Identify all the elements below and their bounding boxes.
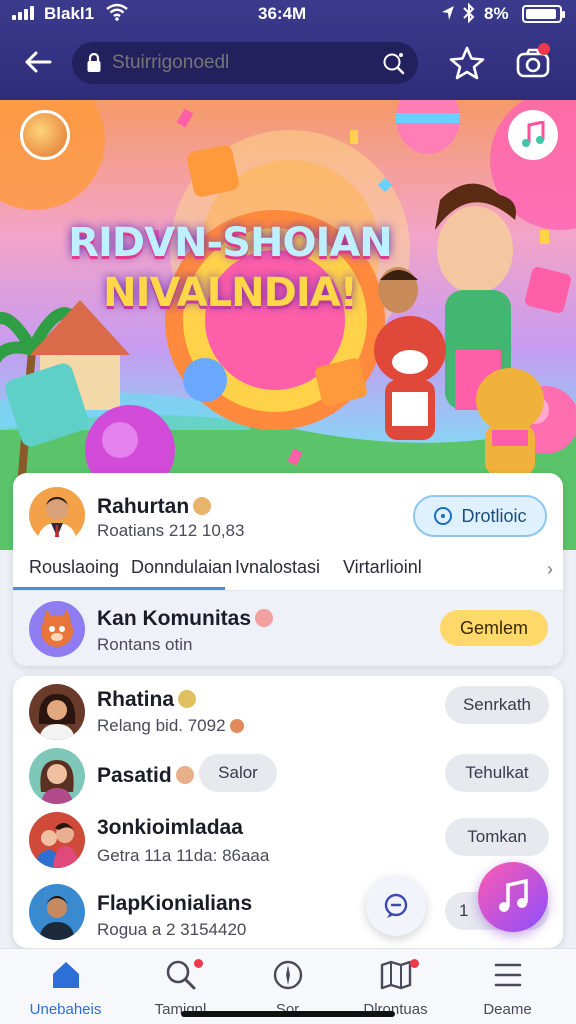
home-indicator[interactable] [181,1011,395,1017]
list-name: Rhatina [97,688,175,711]
profile-name: Rahurtan [97,495,190,518]
chevron-right-icon[interactable]: › [547,559,553,580]
community-row[interactable]: Kan Komunitas Rontans otin Gemlem [13,591,563,666]
tab-ivnalostasi[interactable]: Ivnalostasi [235,557,320,578]
user-avatar[interactable] [20,110,70,160]
emoji-icon [255,609,274,627]
tab-virtarlioinl[interactable]: Virtarlioinl [343,557,422,578]
nav-label: Deame [483,1001,532,1018]
nav-home[interactable]: Unebaheis [8,957,123,1023]
action-button[interactable]: Tomkan [445,818,549,856]
list-name: FlapKionialians [97,892,253,915]
music-button[interactable] [508,110,558,160]
avatar [29,748,85,804]
lock-icon [87,53,101,72]
community-sub: Rontans otin [97,635,193,654]
person-icon [40,760,74,804]
camera-button[interactable] [510,40,556,86]
list-sub: Getra 11a 11da: 86aaa [97,846,270,865]
list-name-row: Pasatid [97,764,194,788]
notification-badge [409,959,419,968]
list-sub: Rogua a 2 3154420 [97,920,247,939]
follow-label: Drotlioic [461,505,527,526]
home-icon [52,962,79,988]
menu-icon [494,963,521,987]
nav-menu[interactable]: Deame [450,957,565,1023]
avatar [29,812,85,868]
hero-title-line2: NIVALNDIA! [103,270,358,316]
bookmark-button[interactable] [444,40,490,86]
search-icon [166,960,195,990]
wifi-icon [106,3,128,21]
hero-title: RIDVN-SHOIAN NIVALNDIA! [50,218,410,318]
chat-button[interactable] [366,876,426,936]
emoji-icon [229,719,244,733]
chat-bubble-icon [384,893,408,918]
compass-icon [273,960,302,990]
url-input[interactable] [112,42,362,84]
join-button[interactable]: Gemlem [440,610,548,646]
music-player-button[interactable] [478,862,548,932]
emoji-icon [178,690,197,708]
tab-donndulaian[interactable]: Donndulaian [131,557,232,578]
list-name: 3onkioimladaa [97,816,243,839]
voice-search-icon[interactable] [380,50,408,76]
profile-avatar[interactable] [29,487,85,543]
back-button[interactable] [18,42,58,82]
profile-meta: Roatians 212 10,83 [97,521,245,540]
list-name-row: Rhatina [97,688,197,712]
profile-card: Rahurtan Roatians 212 10,83 Drotlioic Ro… [13,473,563,666]
top-bar: Blakl1 36:4M 8% [0,0,576,100]
notification-badge [538,43,550,55]
profile-tabs: Rouslaoing Donndulaian Ivnalostasi Virta… [13,549,563,591]
emoji-icon [193,497,212,515]
community-avatar [29,601,85,657]
notification-badge [193,959,203,968]
avatar [29,684,85,740]
group-photo-icon [35,822,79,868]
avatar [29,884,85,940]
location-icon [442,6,454,20]
tab-rouslaoing[interactable]: Rouslaoing [29,557,119,578]
action-button[interactable]: Tehulkat [445,754,549,792]
list-item[interactable]: 3onkioimladaa Getra 11a 11da: 86aaa Tomk… [13,806,563,876]
emoji-icon [175,766,194,784]
music-note-icon [499,879,528,912]
battery-percent: 8% [484,4,509,23]
signal-icon [12,6,34,20]
mascot-icon [41,609,73,647]
community-name-row: Kan Komunitas [97,607,274,631]
clock: 36:4M [258,4,307,23]
hero-title-line1: RIDVN-SHOIAN [68,220,393,266]
battery-icon [522,5,565,23]
action-button[interactable]: Senrkath [445,686,549,724]
nav-label: Unebaheis [29,1001,102,1018]
profile-name-row: Rahurtan [97,495,212,519]
person-icon [37,497,77,543]
tag-chip[interactable]: Salor [199,754,277,792]
address-bar[interactable] [72,42,418,84]
list-sub: Relang bid. 7092 [97,716,226,735]
list-item[interactable]: Pasatid Salor Tehulkat [13,744,563,806]
follow-button[interactable]: Drotlioic [413,495,547,537]
compass-icon [434,507,453,525]
person-icon [38,694,76,740]
community-name: Kan Komunitas [97,607,252,630]
list-sub-row: Relang bid. 7092 [97,716,244,736]
music-note-icon [522,121,545,147]
star-icon [449,46,485,80]
carrier-name: Blakl1 [44,4,95,23]
status-bar: Blakl1 36:4M 8% [0,0,576,28]
bluetooth-icon [463,3,475,23]
list-item[interactable]: Rhatina Relang bid. 7092 Senrkath [13,676,563,740]
active-tab-indicator [13,587,225,590]
person-icon [39,896,75,940]
map-icon [380,960,411,990]
list-name: Pasatid [97,764,172,787]
arrow-left-icon [25,51,52,73]
